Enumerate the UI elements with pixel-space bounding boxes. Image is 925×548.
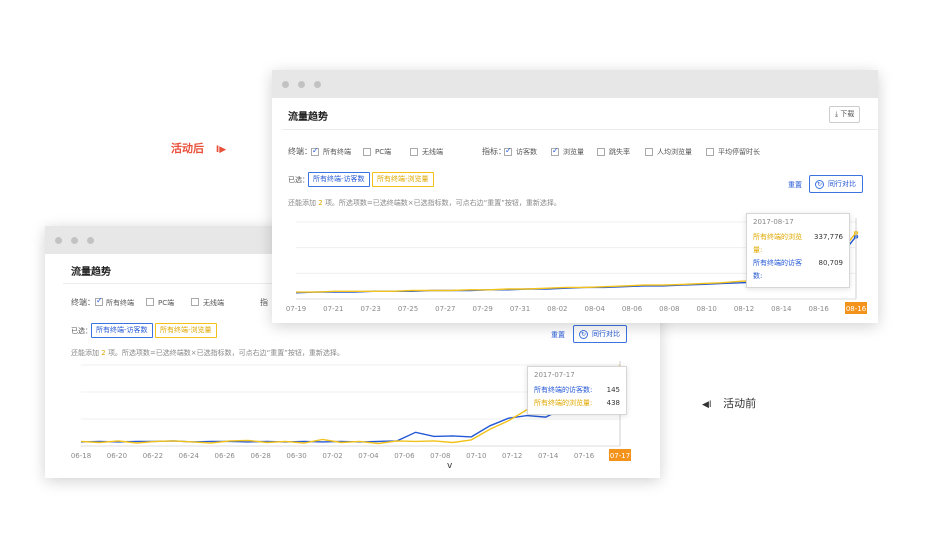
x-tick-label: 07-19 bbox=[286, 305, 306, 313]
x-tick-label: 06-26 bbox=[215, 452, 236, 460]
x-tick-label: 07-21 bbox=[323, 305, 343, 313]
x-tick-label: 08-06 bbox=[622, 305, 643, 313]
x-tick-label: 07-16 bbox=[574, 452, 595, 460]
x-tick-label: 07-23 bbox=[360, 305, 380, 313]
tooltip-visitor-label: 所有终端的访客数: bbox=[753, 259, 802, 280]
x-tick-label: 07-27 bbox=[435, 305, 455, 313]
x-tick-label: 06-28 bbox=[250, 452, 270, 460]
tooltip-row-visitor: 所有终端的访客数: 80,709 bbox=[753, 257, 843, 283]
x-tick-label: 06-22 bbox=[143, 452, 163, 460]
x-tick-label: 06-30 bbox=[286, 452, 306, 460]
tooltip-visitor-value: 145 bbox=[606, 386, 620, 394]
x-tick-label: 07-31 bbox=[510, 305, 530, 313]
x-tick-label: 08-14 bbox=[771, 305, 792, 313]
x-tick-label: 07-14 bbox=[538, 452, 559, 460]
x-tick-label: 08-08 bbox=[659, 305, 679, 313]
x-tick-label: 08-02 bbox=[547, 305, 567, 313]
x-tick-label: 07-12 bbox=[502, 452, 522, 460]
before-tooltip: 2017-07-17 所有终端的访客数: 145 所有终端的浏览量: 438 bbox=[527, 366, 627, 415]
back-icon: ◀I bbox=[702, 400, 712, 410]
tooltip-visitor-label: 所有终端的访客数: bbox=[534, 386, 593, 394]
x-tick-label: 07-04 bbox=[358, 452, 379, 460]
x-tick-label: 08-10 bbox=[696, 305, 716, 313]
x-tick-label: 08-16 bbox=[846, 305, 867, 313]
x-tick-label: 08-04 bbox=[584, 305, 605, 313]
before-annotation: ◀I 活动前 bbox=[702, 395, 756, 411]
tooltip-row-pageview: 所有终端的浏览量: 337,776 bbox=[753, 231, 843, 257]
tooltip-pageview-value: 438 bbox=[606, 399, 620, 407]
x-tick-label: 07-17 bbox=[610, 452, 630, 460]
before-label: 活动前 bbox=[723, 397, 757, 410]
after-window: 流量趋势 ⤓ 下载 终端： 所有终端 PC端 无线端 指标： 访客数 浏览量 跳… bbox=[272, 70, 878, 323]
x-tick-label: 07-02 bbox=[322, 452, 342, 460]
x-tick-label: 06-24 bbox=[179, 452, 200, 460]
tooltip-date: 2017-08-17 bbox=[753, 218, 794, 226]
tooltip-row-pageview: 所有终端的浏览量: 438 bbox=[534, 397, 620, 410]
x-tick-label: 08-12 bbox=[734, 305, 754, 313]
cursor-indicator: v bbox=[447, 461, 453, 471]
x-tick-label: 06-18 bbox=[71, 452, 91, 460]
tooltip-pageview-label: 所有终端的浏览量: bbox=[534, 399, 593, 407]
x-tick-label: 07-08 bbox=[430, 452, 450, 460]
after-annotation: 活动后 I▶ bbox=[171, 140, 226, 156]
tooltip-row-visitor: 所有终端的访客数: 145 bbox=[534, 384, 620, 397]
x-tick-label: 07-06 bbox=[394, 452, 415, 460]
tooltip-date: 2017-07-17 bbox=[534, 371, 575, 379]
after-label: 活动后 bbox=[171, 142, 204, 155]
x-tick-label: 07-25 bbox=[398, 305, 418, 313]
x-tick-label: 06-20 bbox=[107, 452, 127, 460]
x-tick-label: 07-10 bbox=[466, 452, 486, 460]
tooltip-pageview-label: 所有终端的浏览量: bbox=[753, 233, 802, 254]
tooltip-visitor-value: 80,709 bbox=[818, 259, 844, 267]
x-tick-label: 08-16 bbox=[808, 305, 829, 313]
tooltip-pageview-value: 337,776 bbox=[814, 233, 843, 241]
stage: 流量趋势 终端： 所有终端 PC端 无线端 指 已选： 所有终端-访客数 所有终… bbox=[0, 0, 925, 548]
x-tick-label: 07-29 bbox=[472, 305, 492, 313]
after-tooltip: 2017-08-17 所有终端的浏览量: 337,776 所有终端的访客数: 8… bbox=[746, 213, 850, 288]
play-icon: I▶ bbox=[215, 145, 227, 155]
